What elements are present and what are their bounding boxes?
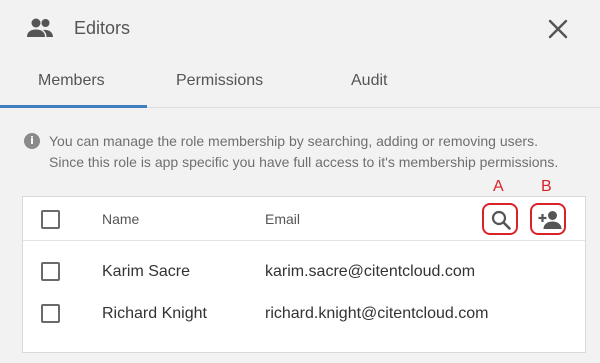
search-icon — [491, 210, 511, 230]
table-row: Richard Knight richard.knight@citentclou… — [23, 293, 585, 335]
table-row: Karim Sacre karim.sacre@citentcloud.com — [23, 251, 585, 293]
tab-bar: Members Permissions Audit — [0, 56, 600, 108]
member-name: Richard Knight — [102, 305, 207, 322]
add-member-button[interactable] — [530, 203, 566, 235]
dialog-header: Editors — [0, 0, 600, 56]
select-all-checkbox[interactable] — [41, 210, 60, 229]
column-header-name: Name — [102, 211, 140, 227]
row-checkbox[interactable] — [41, 304, 60, 323]
tab-members[interactable]: Members — [38, 71, 105, 91]
add-person-icon — [538, 211, 562, 229]
editors-dialog: Editors Members Permissions Audit i You … — [0, 0, 600, 363]
column-header-email: Email — [265, 211, 301, 227]
active-tab-indicator — [0, 105, 147, 108]
callout-label-b: B — [541, 178, 552, 195]
member-email: richard.knight@citentcloud.com — [265, 305, 489, 322]
search-members-button[interactable] — [482, 203, 518, 235]
info-icon: i — [24, 133, 40, 149]
table-header: Name Email — [23, 197, 585, 241]
tab-permissions[interactable]: Permissions — [176, 71, 263, 91]
dialog-title: Editors — [74, 18, 131, 38]
info-text-line-1: You can manage the role membership by se… — [49, 133, 538, 149]
tab-audit[interactable]: Audit — [351, 71, 387, 91]
members-table: Name Email Karim Sacre karim.sacre@citen… — [22, 196, 586, 353]
member-name: Karim Sacre — [102, 263, 191, 280]
row-checkbox[interactable] — [41, 262, 60, 281]
info-text-line-2: Since this role is app specific you have… — [49, 154, 559, 170]
callout-label-a: A — [493, 178, 504, 195]
people-icon — [27, 18, 53, 37]
member-email: karim.sacre@citentcloud.com — [265, 263, 476, 280]
close-icon[interactable] — [545, 16, 571, 42]
